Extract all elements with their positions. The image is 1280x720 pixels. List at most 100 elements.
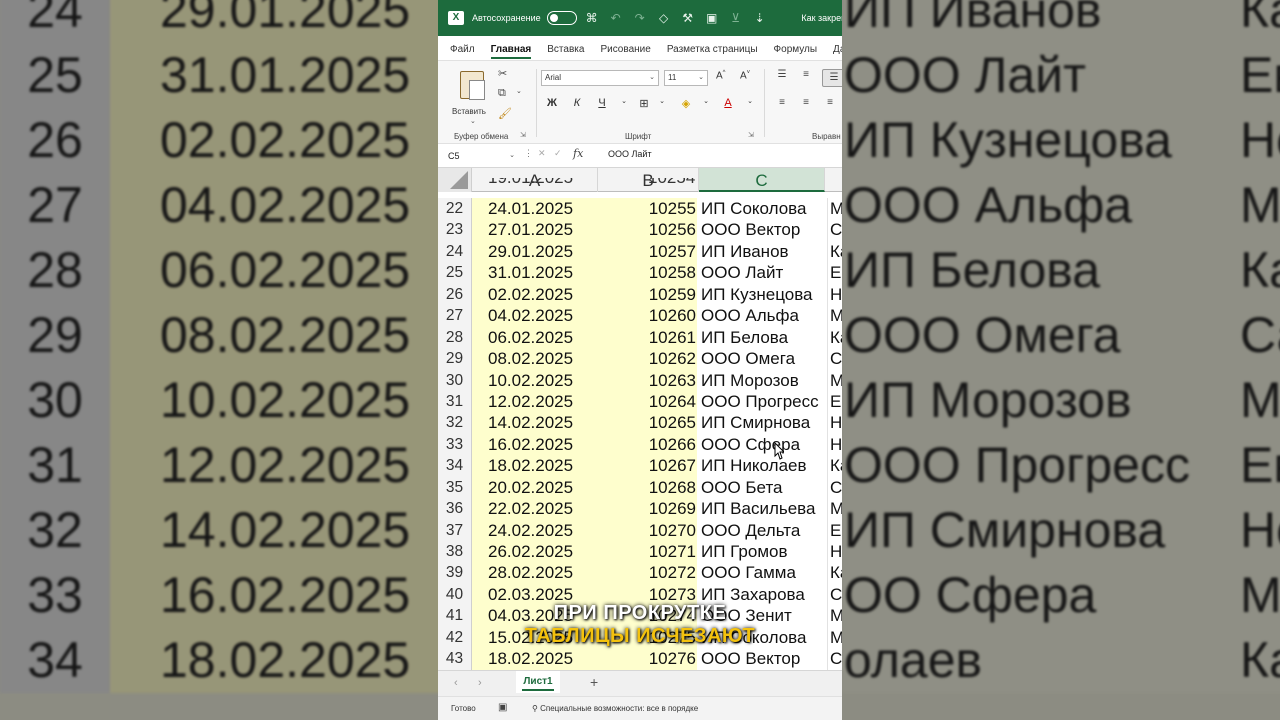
chevron-left-icon[interactable]: ‹ (454, 677, 458, 689)
cell-company[interactable]: ИП Иванов (699, 241, 825, 262)
cell-id[interactable]: 10255 (598, 198, 697, 220)
cell-id[interactable]: 10264 (598, 390, 697, 413)
tab-draw[interactable]: Рисование (600, 44, 650, 60)
cell-id[interactable]: 10258 (598, 262, 697, 284)
cell-id[interactable]: 10256 (598, 219, 697, 241)
more-options-icon[interactable]: ⋮ (524, 148, 533, 159)
select-all-button[interactable] (438, 168, 472, 192)
cell-id[interactable]: 10272 (598, 562, 697, 584)
row-header[interactable]: 30 (438, 369, 472, 391)
row-header[interactable]: 27 (438, 305, 472, 327)
save-icon[interactable]: ▣ (703, 11, 721, 25)
cell-company[interactable]: ООО Сфера (699, 434, 825, 455)
cell-date[interactable]: 18.02.2025 (472, 455, 598, 477)
insert-function-icon[interactable]: fx (573, 147, 583, 160)
cell-d[interactable]: Н (827, 412, 842, 434)
cell-d[interactable]: Н (827, 541, 842, 563)
paste-icon[interactable] (460, 71, 485, 100)
cell-company[interactable]: ИП Белова (699, 327, 825, 348)
cell-date[interactable]: 10.02.2025 (472, 369, 598, 391)
cell-company[interactable]: ООО Бета (699, 477, 825, 498)
chevron-down-icon[interactable]: ⌄ (698, 97, 714, 105)
cell-company[interactable]: ООО Омега (699, 348, 825, 369)
cell-company[interactable]: ООО Альфа (699, 305, 825, 326)
row-header[interactable]: 26 (438, 283, 472, 306)
cell-id[interactable]: 10263 (598, 369, 697, 391)
cell-company[interactable]: ООО Прогресс (699, 391, 825, 412)
cell-company[interactable]: ООО Дельта (699, 520, 825, 541)
cell-d[interactable]: М (827, 498, 842, 520)
cell-company[interactable]: ИП Громов (699, 541, 825, 562)
cell-date[interactable]: 08.02.2025 (472, 348, 598, 370)
chevron-down-icon[interactable]: ⌄ (654, 97, 670, 105)
cell-id[interactable]: 10262 (598, 348, 697, 370)
cell-id[interactable]: 10270 (598, 519, 697, 541)
tab-formulas[interactable]: Формулы (774, 44, 818, 60)
cell-id[interactable]: 10261 (598, 326, 697, 349)
dialog-launcher-icon[interactable]: ⇲ (520, 131, 526, 139)
cell-id[interactable]: 10276 (598, 648, 697, 670)
row-header[interactable]: 38 (438, 541, 472, 563)
row-header[interactable]: 33 (438, 433, 472, 456)
cell-date[interactable]: 02.02.2025 (472, 283, 598, 306)
cell-d[interactable]: С (827, 219, 842, 241)
redo-icon[interactable]: ↷ (631, 11, 649, 25)
cell-date[interactable]: 28.02.2025 (472, 562, 598, 584)
tab-page-layout[interactable]: Разметка страницы (667, 44, 758, 60)
row-header[interactable]: 29 (438, 348, 472, 370)
row-header[interactable]: 31 (438, 390, 472, 413)
font-color-icon[interactable]: A (720, 97, 736, 109)
row-header[interactable]: 23 (438, 219, 472, 241)
increase-font-icon[interactable]: A^ (716, 70, 726, 81)
cell-d[interactable]: Ка (827, 240, 842, 263)
italic-button[interactable]: К (569, 97, 585, 109)
paste-label[interactable]: Вставить (452, 107, 486, 116)
undo-icon[interactable]: ↶ (607, 11, 625, 25)
cell-d[interactable]: М (827, 369, 842, 391)
row-header[interactable]: 43 (438, 648, 472, 670)
cell-id[interactable]: 10257 (598, 240, 697, 263)
borders-icon[interactable]: ⊞ (636, 97, 652, 110)
row-header[interactable]: 35 (438, 476, 472, 499)
format-brush-icon[interactable]: 🖌 (498, 107, 512, 120)
column-header-b[interactable]: B (598, 168, 699, 192)
cell-id[interactable]: 10260 (598, 305, 697, 327)
chevron-right-icon[interactable]: › (478, 677, 482, 689)
column-header-a[interactable]: A (472, 168, 598, 192)
dialog-launcher-icon[interactable]: ⇲ (748, 131, 754, 139)
accessibility-status[interactable]: ⚲ Специальные возможности: все в порядке (532, 704, 698, 713)
cell-date[interactable]: 16.02.2025 (472, 433, 598, 456)
cell-d[interactable]: Ка (827, 562, 842, 584)
cell-date[interactable]: 20.02.2025 (472, 476, 598, 499)
underline-button[interactable]: Ч (594, 97, 610, 109)
cell-company[interactable]: ООО Лайт (699, 262, 825, 283)
cell-d[interactable]: С (827, 648, 842, 670)
align-top-icon[interactable]: ☰ (774, 69, 790, 80)
cell-d[interactable]: М (827, 198, 842, 220)
tab-file[interactable]: Файл (450, 44, 475, 60)
cell-date[interactable]: 27.01.2025 (472, 219, 598, 241)
cell-id[interactable]: 10265 (598, 412, 697, 434)
cell-id[interactable]: 10259 (598, 283, 697, 306)
cell-date[interactable]: 29.01.2025 (472, 240, 598, 263)
add-sheet-button[interactable]: + (590, 674, 598, 690)
cell-d[interactable]: Е (827, 390, 842, 413)
chevron-down-icon[interactable]: ⌄ (516, 87, 522, 95)
cell-company[interactable]: ООО Вектор (699, 648, 825, 669)
tab-insert[interactable]: Вставка (547, 44, 584, 60)
eraser-icon[interactable]: ◇ (655, 11, 673, 25)
cell-d[interactable]: Е (827, 519, 842, 541)
font-size-select[interactable]: 11 ⌄ (664, 70, 708, 86)
cell-company[interactable]: ООО Вектор (699, 219, 825, 240)
cell-id[interactable]: 10267 (598, 455, 697, 477)
tab-data[interactable]: Да (833, 44, 842, 60)
align-center-icon[interactable]: ≡ (798, 97, 814, 108)
cell-date[interactable]: 18.02.2025 (472, 648, 598, 670)
align-left-icon[interactable]: ≡ (774, 97, 790, 108)
fill-color-icon[interactable]: ◈ (678, 97, 694, 110)
row-header[interactable]: 34 (438, 455, 472, 477)
row-header[interactable]: 24 (438, 240, 472, 263)
cell-date[interactable]: 22.02.2025 (472, 498, 598, 520)
magic-icon[interactable]: ⚒ (679, 11, 697, 25)
cell-company[interactable]: ИП Николаев (699, 455, 825, 476)
